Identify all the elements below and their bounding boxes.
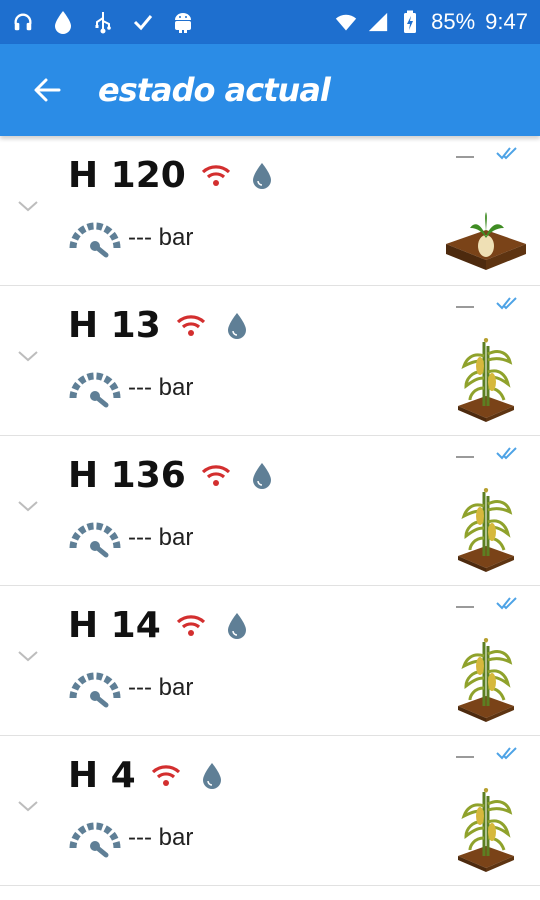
chevron-down-icon[interactable]	[16, 348, 40, 364]
battery-icon	[399, 10, 421, 33]
list-item[interactable]: H 136 --- bar	[0, 436, 540, 586]
pressure-value: --- bar	[128, 374, 194, 401]
pressure-line: --- bar	[68, 668, 193, 708]
item-name: H 136	[68, 455, 186, 496]
headphones-icon	[12, 11, 34, 33]
item-name: H 4	[68, 755, 136, 796]
wifi-icon	[176, 615, 205, 636]
status-bar: 85% 9:47	[0, 0, 540, 44]
double-check-icon	[496, 297, 517, 310]
app-bar: estado actual	[0, 44, 540, 136]
gauge-icon	[69, 222, 121, 258]
double-check-icon	[496, 747, 517, 760]
item-header: H 4	[68, 754, 228, 798]
list-item[interactable]: H 120 --- bar	[0, 136, 540, 286]
water-drop-icon	[252, 463, 271, 489]
pressure-line: --- bar	[68, 368, 193, 408]
list-item[interactable]: H 4 --- bar	[0, 736, 540, 886]
pressure-value: --- bar	[128, 824, 194, 851]
pressure-value: --- bar	[128, 674, 194, 701]
battery-percent: 85%	[431, 9, 476, 34]
signal-icon	[367, 11, 389, 33]
water-drop-icon	[227, 313, 246, 339]
item-name: H 14	[68, 605, 161, 646]
item-name: H 120	[68, 155, 186, 196]
page-title: estado actual	[98, 71, 331, 109]
status-bar-right: 85% 9:47	[335, 9, 528, 35]
item-header: H 120	[68, 154, 278, 198]
gauge-icon	[69, 522, 121, 558]
wifi-icon	[335, 11, 357, 33]
arrow-left-icon[interactable]	[32, 75, 62, 105]
list-item[interactable]: H 13 --- bar	[0, 286, 540, 436]
chevron-down-icon[interactable]	[16, 798, 40, 814]
item-name: H 13	[68, 305, 161, 346]
clock: 9:47	[485, 9, 528, 34]
status-bar-left	[12, 11, 194, 34]
chevron-down-icon[interactable]	[16, 198, 40, 214]
status-dash	[456, 306, 474, 308]
wifi-icon	[201, 465, 230, 486]
chevron-down-icon[interactable]	[16, 498, 40, 514]
double-check-icon	[496, 447, 517, 460]
water-drop-icon	[202, 763, 221, 789]
item-header: H 14	[68, 604, 253, 648]
pressure-line: --- bar	[68, 218, 193, 258]
double-check-icon	[496, 147, 517, 160]
check-icon	[132, 11, 154, 33]
gauge-icon	[69, 822, 121, 858]
water-drop-icon	[252, 163, 271, 189]
android-icon	[172, 11, 194, 33]
pressure-value: --- bar	[128, 524, 194, 551]
double-check-icon	[496, 597, 517, 610]
corn-plant-icon	[458, 488, 514, 572]
pressure-value: --- bar	[128, 224, 194, 251]
item-header: H 13	[68, 304, 253, 348]
wifi-icon	[201, 165, 230, 186]
wifi-icon	[151, 765, 180, 786]
wifi-icon	[176, 315, 205, 336]
water-drop-icon	[227, 613, 246, 639]
corn-plant-icon	[458, 638, 514, 722]
water-drop-icon	[52, 11, 74, 34]
status-dash	[456, 456, 474, 458]
corn-plant-icon	[458, 788, 514, 872]
corn-plant-icon	[458, 338, 514, 422]
sprout-plant-icon	[446, 212, 526, 270]
gauge-icon	[69, 672, 121, 708]
gauge-icon	[69, 372, 121, 408]
pressure-line: --- bar	[68, 818, 193, 858]
item-header: H 136	[68, 454, 278, 498]
status-dash	[456, 756, 474, 758]
usb-icon	[92, 11, 114, 34]
list-item[interactable]: H 14 --- bar	[0, 586, 540, 736]
status-dash	[456, 156, 474, 158]
chevron-down-icon[interactable]	[16, 648, 40, 664]
device-list: H 120 --- bar H 13 --- bar H 136 --- bar…	[0, 136, 540, 886]
pressure-line: --- bar	[68, 518, 193, 558]
status-dash	[456, 606, 474, 608]
